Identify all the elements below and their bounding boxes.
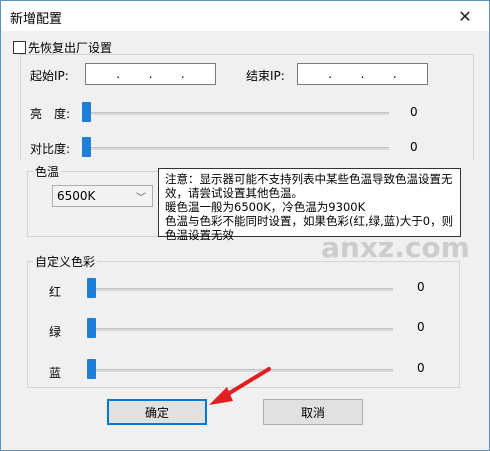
color-temp-select[interactable]: 6500K ﹀ <box>52 185 153 207</box>
start-ip-dot: . <box>116 67 121 81</box>
red-label: 红 <box>49 285 62 299</box>
start-ip-label: 起始IP: <box>30 69 69 83</box>
watermark-logo: anxz.com <box>321 231 470 264</box>
contrast-label: 对比度: <box>30 142 71 156</box>
brightness-label: 亮 度: <box>30 107 71 121</box>
end-ip-label: 结束IP: <box>246 69 285 83</box>
blue-label: 蓝 <box>49 366 62 380</box>
color-temp-group-label: 色温 <box>33 163 62 180</box>
blue-value: 0 <box>417 361 425 375</box>
brightness-slider-thumb[interactable] <box>82 102 91 122</box>
window-title: 新增配置 <box>10 12 63 27</box>
contrast-slider-track[interactable] <box>85 147 389 150</box>
end-ip-dot: . <box>360 67 365 81</box>
contrast-value: 0 <box>410 140 418 154</box>
green-slider-track[interactable] <box>90 328 393 331</box>
red-slider-track[interactable] <box>90 288 393 291</box>
dialog-window: 新增配置 ✕ 先恢复出厂设置 起始IP: . . . 结束IP: . . . 亮… <box>0 0 490 451</box>
start-ip-input[interactable]: . . . <box>85 63 216 85</box>
annotation-arrow-icon <box>209 367 271 405</box>
chevron-down-icon: ﹀ <box>136 193 146 204</box>
color-temp-note: 注意：显示器可能不支持列表中某些色温导致色温设置无效，请尝试设置其他色温。 暖色… <box>158 168 461 242</box>
red-slider-thumb[interactable] <box>87 278 96 298</box>
close-button[interactable]: ✕ <box>445 3 485 29</box>
contrast-slider-thumb[interactable] <box>82 137 91 157</box>
brightness-value: 0 <box>410 105 418 119</box>
green-value: 0 <box>417 320 425 334</box>
end-ip-input[interactable]: . . . <box>297 63 428 85</box>
end-ip-dot: . <box>328 67 333 81</box>
blue-slider-thumb[interactable] <box>87 359 96 379</box>
brightness-slider-track[interactable] <box>85 112 389 115</box>
custom-color-group-label: 自定义色彩 <box>33 253 98 270</box>
ok-button[interactable]: 确定 <box>107 399 207 425</box>
green-slider-thumb[interactable] <box>87 318 96 338</box>
green-label: 绿 <box>49 325 62 339</box>
red-value: 0 <box>417 280 425 294</box>
title-bar: 新增配置 ✕ <box>1 1 489 31</box>
start-ip-dot: . <box>180 67 185 81</box>
factory-reset-checkbox[interactable] <box>13 41 26 54</box>
end-ip-dot: . <box>392 67 397 81</box>
start-ip-dot: . <box>148 67 153 81</box>
color-temp-selected: 6500K <box>57 189 96 203</box>
close-icon: ✕ <box>458 6 472 26</box>
